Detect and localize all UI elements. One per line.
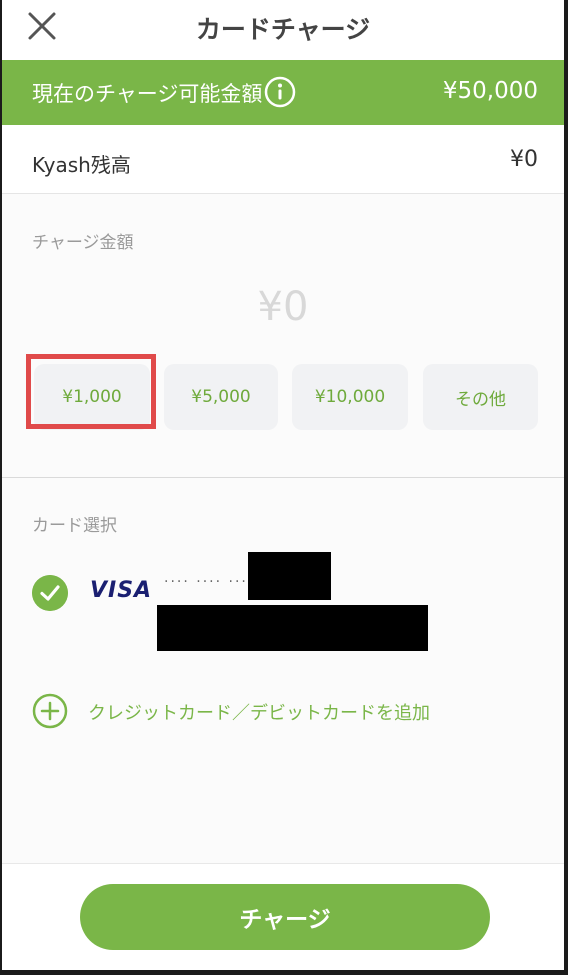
- plus-circle-icon: [32, 693, 68, 729]
- charge-amount-label: チャージ金額: [32, 233, 134, 253]
- charge-button[interactable]: チャージ: [80, 884, 490, 950]
- footer: チャージ: [2, 864, 564, 970]
- card-selection-section: カード選択 VISA ···· ···· ···· クレジットカード／デビットカ…: [2, 478, 564, 864]
- charge-amount-display[interactable]: ¥0: [2, 284, 564, 330]
- preset-other-button[interactable]: その他: [423, 364, 538, 430]
- preset-1000-button[interactable]: ¥1,000: [34, 364, 150, 430]
- charge-limit-value: ¥50,000: [442, 78, 538, 104]
- add-card-label: クレジットカード／デビットカードを追加: [88, 703, 430, 724]
- preset-5000-button[interactable]: ¥5,000: [164, 364, 278, 430]
- charge-amount-section: チャージ金額 ¥0 ¥1,000 ¥5,000 ¥10,000 その他: [2, 194, 564, 478]
- redacted-card-digits: [248, 552, 331, 600]
- balance-label: Kyash残高: [32, 153, 131, 177]
- page-title: カードチャージ: [195, 15, 371, 44]
- charge-limit-bar: 現在のチャージ可能金額 ¥50,000: [2, 60, 564, 125]
- header: カードチャージ: [2, 0, 564, 60]
- masked-card-number: ···· ···· ····: [164, 574, 255, 590]
- check-icon[interactable]: [32, 575, 68, 611]
- redacted-card-holder: [157, 605, 428, 651]
- card-selection-label: カード選択: [32, 516, 117, 536]
- balance-value: ¥0: [510, 147, 538, 172]
- balance-row: Kyash残高 ¥0: [2, 125, 564, 194]
- preset-10000-button[interactable]: ¥10,000: [292, 364, 408, 430]
- charge-limit-label: 現在のチャージ可能金額: [32, 82, 263, 106]
- card-charge-screen: カードチャージ 現在のチャージ可能金額 ¥50,000 Kyash残高 ¥0 チ…: [2, 0, 564, 970]
- visa-logo: VISA: [90, 578, 153, 603]
- info-icon[interactable]: [264, 76, 296, 108]
